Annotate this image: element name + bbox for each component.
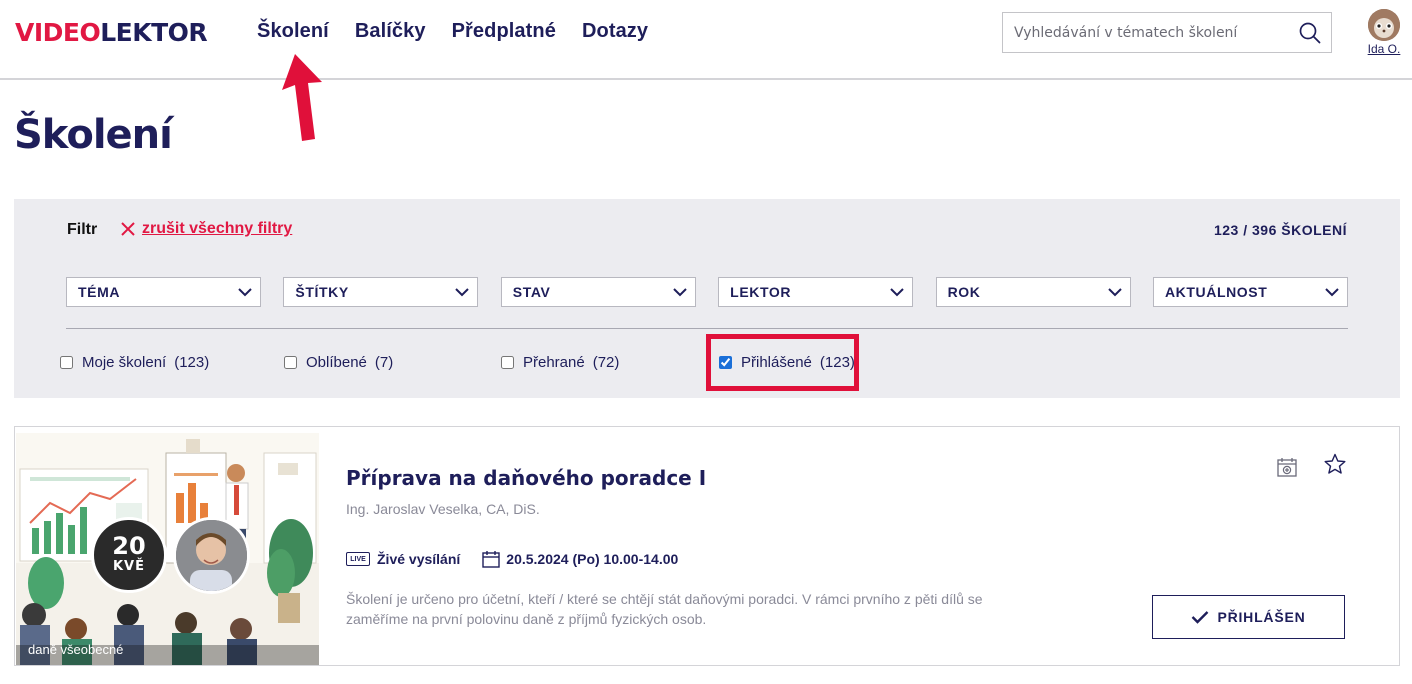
page-title: Školení — [14, 112, 173, 158]
chevron-down-icon — [455, 288, 470, 297]
clear-filters-label[interactable]: zrušit všechny filtry — [142, 220, 292, 238]
dropdown-label: LEKTOR — [730, 284, 792, 300]
search-box — [1002, 12, 1332, 53]
favorite-star-icon[interactable] — [1324, 453, 1346, 475]
checkbox-input[interactable] — [60, 356, 73, 369]
dropdown-stitky[interactable]: ŠTÍTKY — [283, 277, 479, 307]
live-icon: LIVE — [346, 552, 370, 566]
course-illustration — [16, 433, 319, 665]
date-month: KVĚ — [112, 559, 145, 574]
course-mode: Živé vysílání — [377, 551, 461, 567]
dropdown-tema[interactable]: TÉMA — [66, 277, 261, 307]
dropdown-label: ROK — [947, 284, 981, 300]
checkbox-prehrane[interactable]: Přehrané (72) — [501, 354, 619, 371]
course-lector[interactable]: Ing. Jaroslav Veselka, CA, DiS. — [346, 501, 540, 517]
logo-text-lektor: LEKTOR — [100, 18, 208, 47]
dropdown-stav[interactable]: STAV — [500, 277, 696, 307]
checkbox-label: Moje školení (123) — [82, 354, 210, 371]
nav-item-predplatne[interactable]: Předplatné — [452, 18, 556, 44]
main-nav: Školení Balíčky Předplatné Dotazy — [257, 18, 674, 44]
checkmark-icon — [1192, 611, 1209, 624]
filter-label: Filtr — [67, 221, 98, 238]
dropdown-aktualnost[interactable]: AKTUÁLNOST — [1152, 277, 1348, 307]
user-menu[interactable]: Ida O. — [1366, 9, 1402, 56]
clear-filters-link[interactable]: zrušit všechny filtry — [120, 220, 292, 238]
filter-divider — [66, 328, 1348, 329]
avatar[interactable] — [1368, 9, 1400, 41]
checkbox-label: Oblíbené (7) — [306, 354, 394, 371]
dropdown-rok[interactable]: ROK — [935, 277, 1131, 307]
course-card[interactable]: 20 KVĚ daně všeobecné Příprava na daňové… — [14, 426, 1400, 666]
annotation-arrow-icon — [282, 54, 322, 141]
nav-item-balicky[interactable]: Balíčky — [355, 18, 426, 44]
dropdown-label: AKTUÁLNOST — [1164, 284, 1268, 300]
user-name[interactable]: Ida O. — [1366, 42, 1402, 56]
avatar-image — [1368, 9, 1400, 41]
course-title[interactable]: Příprava na daňového poradce I — [346, 466, 706, 490]
nav-item-dotazy[interactable]: Dotazy — [582, 18, 648, 44]
date-day: 20 — [112, 532, 146, 560]
course-description: Školení je určeno pro účetní, kteří / kt… — [346, 591, 983, 627]
dropdown-label: ŠTÍTKY — [295, 284, 349, 300]
nav-item-skoleni[interactable]: Školení — [257, 18, 329, 44]
date-badge: 20 KVĚ — [91, 517, 167, 593]
search-input[interactable] — [1003, 13, 1293, 52]
checkbox-oblibene[interactable]: Oblíbené (7) — [284, 354, 393, 371]
chevron-down-icon — [238, 288, 252, 297]
filter-panel: Filtr zrušit všechny filtry 123 / 396 ŠK… — [14, 199, 1400, 398]
registered-button-label: PŘIHLÁŠEN — [1217, 609, 1306, 625]
course-datetime: 20.5.2024 (Po) 10.00-14.00 — [506, 551, 679, 567]
calendar-icon — [482, 551, 500, 568]
chevron-down-icon — [890, 288, 904, 297]
logo-text-video: VIDEO — [15, 18, 101, 47]
chevron-down-icon — [1107, 288, 1122, 297]
checkbox-moje-skoleni[interactable]: Moje školení (123) — [60, 354, 209, 371]
site-header: VIDEOLEKTOR Školení Balíčky Předplatné D… — [0, 0, 1412, 80]
add-to-calendar-icon[interactable] — [1276, 456, 1298, 478]
dropdown-lektor[interactable]: LEKTOR — [718, 277, 914, 307]
filter-dropdowns: TÉMA ŠTÍTKY STAV LEKTOR ROK AKTUÁLNOST — [66, 277, 1348, 307]
chevron-down-icon — [1325, 288, 1339, 297]
course-meta: LIVE Živé vysílání 20.5.2024 (Po) 10.00-… — [346, 550, 678, 568]
course-thumbnail[interactable]: 20 KVĚ daně všeobecné — [16, 433, 319, 665]
checkbox-input[interactable] — [501, 356, 514, 369]
lector-photo — [173, 517, 250, 594]
search-icon[interactable] — [1299, 22, 1321, 44]
dropdown-label: TÉMA — [78, 284, 121, 300]
results-count: 123 / 396 ŠKOLENÍ — [1213, 222, 1347, 238]
registered-button[interactable]: PŘIHLÁŠEN — [1152, 595, 1345, 639]
checkbox-input[interactable] — [284, 356, 297, 369]
course-category: daně všeobecné — [28, 642, 124, 657]
annotation-highlight-box — [706, 334, 859, 391]
dropdown-label: STAV — [512, 284, 551, 300]
chevron-down-icon — [673, 288, 687, 297]
close-icon — [121, 222, 135, 236]
checkbox-label: Přehrané (72) — [523, 354, 620, 371]
site-logo[interactable]: VIDEOLEKTOR — [15, 18, 208, 47]
lector-portrait — [176, 520, 247, 591]
